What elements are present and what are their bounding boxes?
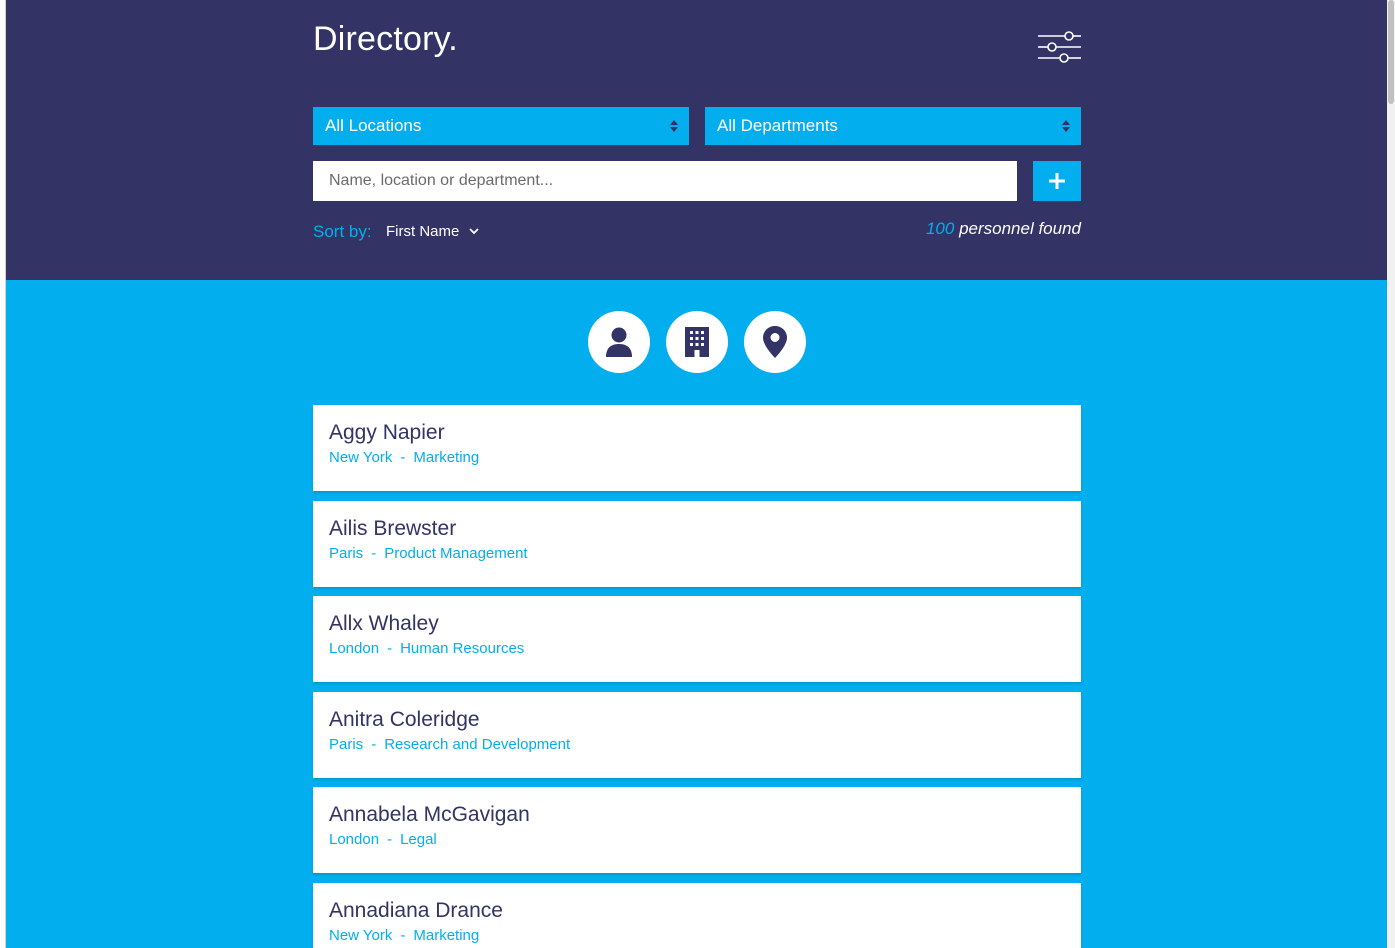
scrollbar-thumb[interactable] <box>1388 0 1394 104</box>
personnel-department: Legal <box>400 831 437 848</box>
personnel-department: Marketing <box>413 927 480 944</box>
select-arrows-icon <box>1062 120 1070 132</box>
location-select-value: All Locations <box>325 116 422 135</box>
personnel-card[interactable]: Annabela McGavigan London - Legal <box>313 787 1081 873</box>
personnel-count-number: 100 <box>925 219 955 238</box>
plus-icon <box>1049 173 1065 189</box>
personnel-name: Annabela McGavigan <box>329 803 530 826</box>
app-window: Directory. All Locations All Departments <box>0 0 1395 948</box>
personnel-name: Annadiana Drance <box>329 899 503 922</box>
personnel-card[interactable]: Aggy Napier New York - Marketing <box>313 405 1081 491</box>
personnel-count: 100 personnel found <box>926 219 1081 239</box>
personnel-location: Paris <box>329 545 364 562</box>
building-icon <box>685 327 709 357</box>
personnel-count-text: personnel found <box>959 219 1081 238</box>
page-title: Directory. <box>313 20 458 58</box>
meta-separator: - <box>387 640 393 657</box>
personnel-department: Product Management <box>384 545 528 562</box>
filter-settings-button[interactable] <box>1036 28 1082 66</box>
personnel-meta: London - Human Resources <box>329 639 1065 659</box>
view-locations-button[interactable] <box>744 311 806 373</box>
personnel-card[interactable]: Annadiana Drance New York - Marketing <box>313 883 1081 948</box>
view-departments-button[interactable] <box>666 311 728 373</box>
view-personnel-button[interactable] <box>588 311 650 373</box>
personnel-name: Aggy Napier <box>329 421 445 444</box>
sort-select[interactable]: First Name <box>386 223 479 240</box>
personnel-card[interactable]: Anitra Coleridge Paris - Research and Devel… <box>313 692 1081 778</box>
person-icon <box>606 327 632 357</box>
personnel-location: Paris <box>329 736 364 753</box>
meta-separator: - <box>400 927 406 944</box>
meta-separator: - <box>371 545 377 562</box>
personnel-name: Anitra Coleridge <box>329 708 480 731</box>
personnel-meta: Paris - Research and Development <box>329 735 1065 755</box>
location-pin-icon <box>763 326 787 358</box>
select-arrows-icon <box>670 120 678 132</box>
meta-separator: - <box>400 449 406 466</box>
personnel-meta: London - Legal <box>329 830 1065 850</box>
sort-select-value: First Name <box>386 223 460 240</box>
personnel-department: Research and Development <box>384 736 571 753</box>
personnel-location: London <box>329 831 380 848</box>
personnel-name: Ailis Brewster <box>329 517 457 540</box>
personnel-card[interactable]: Allx Whaley London - Human Resources <box>313 596 1081 682</box>
meta-separator: - <box>371 736 377 753</box>
add-personnel-button[interactable] <box>1033 161 1081 201</box>
sort-label: Sort by: <box>313 222 372 241</box>
header <box>6 0 1387 280</box>
personnel-meta: New York - Marketing <box>329 926 1065 946</box>
personnel-name: Allx Whaley <box>329 612 439 635</box>
sliders-icon <box>1038 31 1081 63</box>
department-select[interactable]: All Departments <box>705 107 1081 145</box>
chevron-down-icon <box>469 228 479 235</box>
personnel-meta: New York - Marketing <box>329 448 1065 468</box>
scrollbar[interactable] <box>1387 0 1395 948</box>
search-input[interactable] <box>313 161 1017 201</box>
department-select-value: All Departments <box>717 116 838 135</box>
personnel-department: Marketing <box>413 449 480 466</box>
personnel-location: London <box>329 640 380 657</box>
location-select[interactable]: All Locations <box>313 107 689 145</box>
personnel-location: New York <box>329 927 393 944</box>
personnel-card[interactable]: Ailis Brewster Paris - Product Management <box>313 501 1081 587</box>
meta-separator: - <box>387 831 393 848</box>
personnel-meta: Paris - Product Management <box>329 544 1065 564</box>
personnel-department: Human Resources <box>400 640 525 657</box>
personnel-location: New York <box>329 449 393 466</box>
